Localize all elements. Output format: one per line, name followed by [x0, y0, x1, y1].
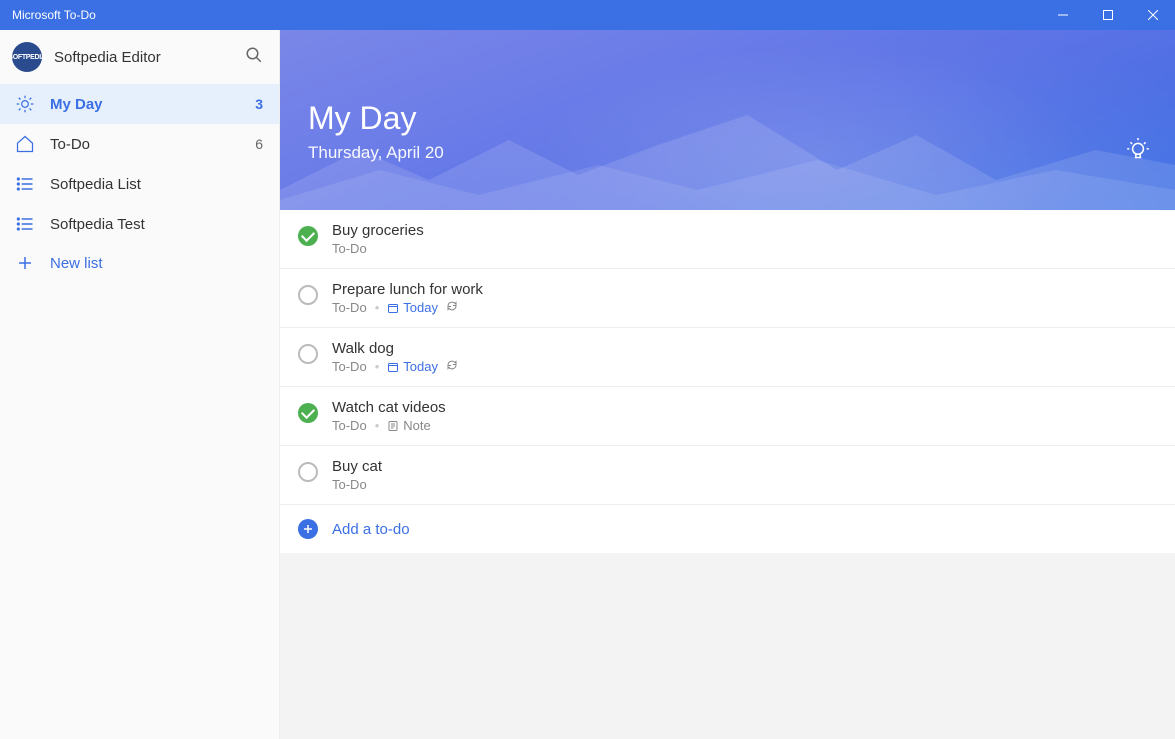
- empty-area: [280, 553, 1175, 739]
- list-icon: [14, 214, 36, 234]
- task-checkbox[interactable]: [298, 403, 318, 423]
- sidebar-item-count: 3: [255, 96, 263, 112]
- sidebar: SOFTPEDIA Softpedia Editor My Day 3 To-D…: [0, 30, 280, 739]
- new-list-label: New list: [50, 255, 263, 272]
- recur-icon: [446, 359, 458, 374]
- task-row[interactable]: Prepare lunch for work To-Do • Today: [280, 269, 1175, 328]
- task-title: Watch cat videos: [332, 399, 1157, 416]
- sun-icon: [14, 94, 36, 114]
- plus-circle-icon: [298, 519, 318, 539]
- task-row[interactable]: Walk dog To-Do • Today: [280, 328, 1175, 387]
- add-todo-button[interactable]: Add a to-do: [280, 505, 1175, 553]
- task-row[interactable]: Buy groceries To-Do: [280, 210, 1175, 269]
- task-list-label: To-Do: [332, 241, 367, 256]
- task-due: Today: [387, 359, 438, 374]
- separator: •: [375, 300, 380, 315]
- task-row[interactable]: Watch cat videos To-Do • Note: [280, 387, 1175, 446]
- task-checkbox[interactable]: [298, 226, 318, 246]
- task-title: Walk dog: [332, 340, 1157, 357]
- task-list-label: To-Do: [332, 359, 367, 374]
- avatar: SOFTPEDIA: [12, 42, 42, 72]
- recur-icon: [446, 300, 458, 315]
- task-due: Today: [387, 300, 438, 315]
- sidebar-item-label: To-Do: [50, 136, 255, 153]
- new-list-button[interactable]: New list: [0, 244, 279, 282]
- hero-header: My Day Thursday, April 20: [280, 30, 1175, 210]
- task-checkbox[interactable]: [298, 462, 318, 482]
- window-title: Microsoft To-Do: [12, 8, 1040, 22]
- sidebar-item-list-2[interactable]: Softpedia Test: [0, 204, 279, 244]
- separator: •: [375, 418, 380, 433]
- home-icon: [14, 134, 36, 154]
- add-todo-label: Add a to-do: [332, 521, 410, 538]
- plus-icon: [14, 254, 36, 272]
- task-title: Buy cat: [332, 458, 1157, 475]
- account-header[interactable]: SOFTPEDIA Softpedia Editor: [0, 30, 279, 84]
- task-title: Buy groceries: [332, 222, 1157, 239]
- task-checkbox[interactable]: [298, 285, 318, 305]
- minimize-button[interactable]: [1040, 0, 1085, 30]
- sidebar-item-label: Softpedia List: [50, 176, 263, 193]
- task-checkbox[interactable]: [298, 344, 318, 364]
- user-name: Softpedia Editor: [54, 49, 245, 66]
- sidebar-item-label: My Day: [50, 96, 255, 113]
- search-icon[interactable]: [245, 46, 263, 69]
- task-note: Note: [387, 418, 430, 433]
- task-title: Prepare lunch for work: [332, 281, 1157, 298]
- task-list-label: To-Do: [332, 418, 367, 433]
- task-list-label: To-Do: [332, 300, 367, 315]
- maximize-button[interactable]: [1085, 0, 1130, 30]
- suggestions-icon[interactable]: [1125, 138, 1151, 169]
- sidebar-item-count: 6: [255, 136, 263, 152]
- titlebar: Microsoft To-Do: [0, 0, 1175, 30]
- task-list-label: To-Do: [332, 477, 367, 492]
- sidebar-item-todo[interactable]: To-Do 6: [0, 124, 279, 164]
- page-title: My Day: [308, 100, 1175, 137]
- window-controls: [1040, 0, 1175, 30]
- separator: •: [375, 359, 380, 374]
- list-icon: [14, 174, 36, 194]
- sidebar-item-myday[interactable]: My Day 3: [0, 84, 279, 124]
- main-pane: My Day Thursday, April 20 Buy groceries …: [280, 30, 1175, 739]
- task-row[interactable]: Buy cat To-Do: [280, 446, 1175, 505]
- task-list: Buy groceries To-Do Prepare lunch for wo…: [280, 210, 1175, 505]
- sidebar-item-label: Softpedia Test: [50, 216, 263, 233]
- close-button[interactable]: [1130, 0, 1175, 30]
- page-date: Thursday, April 20: [308, 143, 1175, 163]
- sidebar-item-list-1[interactable]: Softpedia List: [0, 164, 279, 204]
